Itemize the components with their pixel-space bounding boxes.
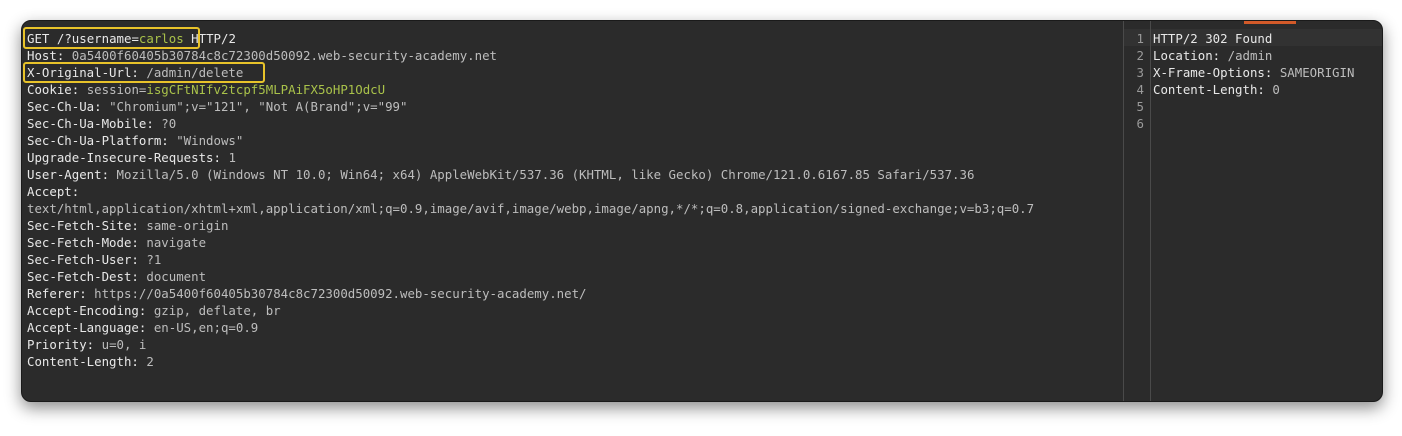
header-value: gzip, deflate, br [153,303,281,318]
line-number: 3 [1136,65,1144,80]
header-name: Sec-Fetch-Dest: [27,269,139,284]
line-number: 5 [1136,99,1144,114]
header-name: Sec-Ch-Ua: [27,99,102,114]
header-value: https://0a5400f60405b30784c8c72300d50092… [94,286,587,301]
cookie-header[interactable]: Cookie: session=isgCFtNIfv2tcpf5MLPAiFX5… [27,81,385,98]
response-header[interactable]: Content-Length: 0 [1153,81,1280,98]
header-name: Accept-Encoding: [27,303,147,318]
request-protocol: HTTP/2 [191,31,236,46]
header-value: navigate [146,235,207,250]
header-line[interactable]: Sec-Ch-Ua: "Chromium";v="121", "Not A(Br… [27,98,407,115]
header-value: text/html,application/xhtml+xml,applicat… [27,201,1035,216]
line-number: 1 [1136,31,1144,46]
header-value: /admin/delete [146,65,244,80]
header-value: Mozilla/5.0 (Windows NT 10.0; Win64; x64… [116,167,975,182]
header-name: X-Original-Url: [27,65,139,80]
header-value: "Chromium";v="121", "Not A(Brand";v="99" [109,99,408,114]
header-name: Sec-Fetch-Mode: [27,235,139,250]
header-value: 0a5400f60405b30784c8c72300d50092.web-sec… [71,48,497,63]
http-message-viewer: GET /?username=carlos HTTP/2 Host: 0a540… [21,20,1383,402]
header-name: Sec-Fetch-User: [27,252,139,267]
header-name: Referer: [27,286,87,301]
request-line[interactable]: GET /?username=carlos HTTP/2 [27,30,236,47]
header-value: "Windows" [176,133,244,148]
response-body[interactable]: HTTP/2 302 Found Location: /admin X-Fram… [1151,21,1382,401]
status-line[interactable]: HTTP/2 302 Found [1153,30,1272,47]
header-name: Accept: [27,184,80,199]
header-name: Host: [27,48,65,63]
header-line[interactable]: User-Agent: Mozilla/5.0 (Windows NT 10.0… [27,166,974,183]
header-name: Priority: [27,337,95,352]
header-name: Sec-Ch-Ua-Platform: [27,133,169,148]
header-name: Sec-Ch-Ua-Mobile: [27,116,154,131]
x-original-url-header[interactable]: X-Original-Url: /admin/delete [27,64,243,81]
header-name: Sec-Fetch-Site: [27,218,139,233]
line-number-gutter: 1 2 3 4 5 6 [1124,21,1151,401]
request-path: /?username= [56,31,139,46]
header-value: 2 [146,354,154,369]
header-name: Cookie: [27,82,80,97]
header-value: en-US,en;q=0.9 [153,320,259,335]
header-name: Content-Length: [27,354,139,369]
header-line[interactable]: Sec-Fetch-Dest: document [27,268,206,285]
header-name: Upgrade-Insecure-Requests: [27,150,221,165]
header-line[interactable]: Content-Length: 2 [27,353,154,370]
header-line[interactable]: Sec-Fetch-Site: same-origin [27,217,228,234]
cookie-session-value: isgCFtNIfv2tcpf5MLPAiFX5oHP1OdcU [146,82,386,97]
accept-value-line[interactable]: text/html,application/xhtml+xml,applicat… [27,200,1034,217]
header-name: Location: [1153,48,1221,63]
line-number: 6 [1136,116,1144,131]
header-value: same-origin [146,218,229,233]
header-value: SAMEORIGIN [1279,65,1355,80]
header-line[interactable]: Accept-Language: en-US,en;q=0.9 [27,319,258,336]
header-line[interactable]: Priority: u=0, i [27,336,146,353]
header-line[interactable]: Sec-Ch-Ua-Mobile: ?0 [27,115,176,132]
header-line[interactable]: Sec-Ch-Ua-Platform: "Windows" [27,132,243,149]
response-header[interactable]: Location: /admin [1153,47,1272,64]
header-value: ?1 [146,252,162,267]
header-line[interactable]: Accept: [27,183,79,200]
header-name: X-Frame-Options: [1153,65,1273,80]
header-value: document [146,269,207,284]
request-method: GET [27,31,50,46]
header-line[interactable]: Sec-Fetch-User: ?1 [27,251,161,268]
request-editor[interactable]: GET /?username=carlos HTTP/2 Host: 0a540… [22,21,1124,401]
line-number: 2 [1136,48,1144,63]
header-line[interactable]: Upgrade-Insecure-Requests: 1 [27,149,236,166]
header-name: Accept-Language: [27,320,147,335]
host-header[interactable]: Host: 0a5400f60405b30784c8c72300d50092.w… [27,47,497,64]
status-text: HTTP/2 302 Found [1153,31,1273,46]
line-number: 4 [1136,82,1144,97]
header-value: /admin [1227,48,1273,63]
header-value: u=0, i [101,337,147,352]
header-line[interactable]: Referer: https://0a5400f60405b30784c8c72… [27,285,587,302]
username-param-value: carlos [138,31,184,46]
header-value: 0 [1272,82,1280,97]
response-viewer[interactable]: 1 2 3 4 5 6 HTTP/2 302 Found Location: /… [1124,21,1382,401]
header-line[interactable]: Sec-Fetch-Mode: navigate [27,234,206,251]
header-value: 1 [228,150,236,165]
header-name: Content-Length: [1153,82,1265,97]
header-value: ?0 [161,116,177,131]
header-line[interactable]: Accept-Encoding: gzip, deflate, br [27,302,281,319]
cookie-key: session= [86,82,147,97]
response-header[interactable]: X-Frame-Options: SAMEORIGIN [1153,64,1354,81]
header-name: User-Agent: [27,167,110,182]
